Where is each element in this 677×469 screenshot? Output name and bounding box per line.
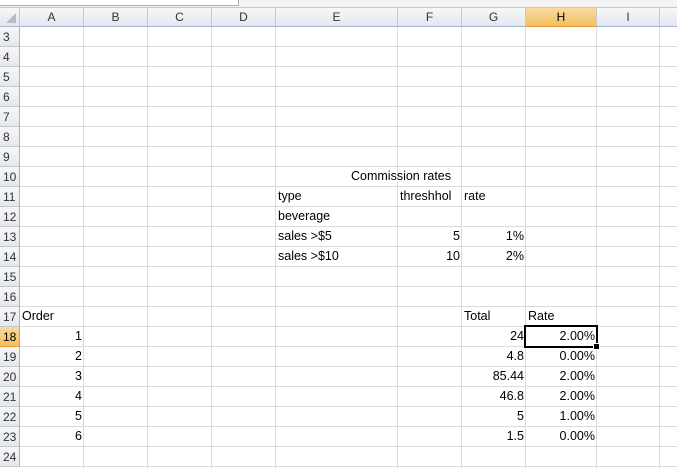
row-header-23[interactable]: 23	[0, 427, 20, 447]
column-header-A[interactable]: A	[20, 8, 84, 27]
cell-a20[interactable]: 3	[20, 367, 84, 386]
gridline-vertical	[659, 27, 660, 469]
select-all-button[interactable]	[0, 8, 20, 27]
row-header-21[interactable]: 21	[0, 387, 20, 407]
gridline-horizontal	[20, 106, 677, 107]
gridline-vertical	[211, 27, 212, 469]
cell-e10[interactable]: Commission rates	[276, 167, 526, 186]
row-header-3[interactable]: 3	[0, 27, 20, 47]
column-header-I[interactable]: I	[597, 8, 660, 27]
row-header-15[interactable]: 15	[0, 267, 20, 287]
cell-g14[interactable]: 2%	[462, 247, 526, 266]
row-header-19[interactable]: 19	[0, 347, 20, 367]
row-header-18[interactable]: 18	[0, 327, 20, 347]
row-header-24[interactable]: 24	[0, 447, 20, 467]
gridline-horizontal	[20, 466, 677, 467]
formula-bar-strip	[0, 0, 677, 8]
cell-h19[interactable]: 0.00%	[526, 347, 597, 366]
cell-e12[interactable]: beverage	[276, 207, 520, 226]
column-header-B[interactable]: B	[84, 8, 148, 27]
row-header-10[interactable]: 10	[0, 167, 20, 187]
column-header-next[interactable]	[660, 8, 677, 27]
cell-g18[interactable]: 24	[462, 327, 526, 346]
row-header-4[interactable]: 4	[0, 47, 20, 67]
gridline-horizontal	[20, 46, 677, 47]
cell-h23[interactable]: 0.00%	[526, 427, 597, 446]
active-cell-border[interactable]	[524, 325, 600, 350]
row-header-17[interactable]: 17	[0, 307, 20, 327]
cell-g22[interactable]: 5	[462, 407, 526, 426]
row-header-6[interactable]: 6	[0, 87, 20, 107]
fill-handle[interactable]	[593, 343, 600, 350]
column-header-F[interactable]: F	[398, 8, 462, 27]
cell-a19[interactable]: 2	[20, 347, 84, 366]
cell-f13[interactable]: 5	[398, 227, 462, 246]
cell-g21[interactable]: 46.8	[462, 387, 526, 406]
cell-g19[interactable]: 4.8	[462, 347, 526, 366]
cell-g23[interactable]: 1.5	[462, 427, 526, 446]
gridline-horizontal	[20, 126, 677, 127]
cell-f14[interactable]: 10	[398, 247, 462, 266]
row-header-11[interactable]: 11	[0, 187, 20, 207]
cell-g13[interactable]: 1%	[462, 227, 526, 246]
cell-a22[interactable]: 5	[20, 407, 84, 426]
cell-h22[interactable]: 1.00%	[526, 407, 597, 426]
cell-h20[interactable]: 2.00%	[526, 367, 597, 386]
cell-a23[interactable]: 6	[20, 427, 84, 446]
row-header-16[interactable]: 16	[0, 287, 20, 307]
column-header-E[interactable]: E	[276, 8, 398, 27]
row-header-7[interactable]: 7	[0, 107, 20, 127]
gridline-horizontal	[20, 66, 677, 67]
row-header-22[interactable]: 22	[0, 407, 20, 427]
gridline-vertical	[147, 27, 148, 469]
spreadsheet-grid[interactable]: A B C D E F G H I 3 4 5 6 7 8 9 10 11 12 13 14 15 16 17 18 19 20 21…	[0, 8, 677, 469]
cell-g20[interactable]: 85.44	[462, 367, 526, 386]
column-header-C[interactable]: C	[148, 8, 212, 27]
cell-g11[interactable]: rate	[462, 187, 590, 206]
row-header-5[interactable]: 5	[0, 67, 20, 87]
row-header-14[interactable]: 14	[0, 247, 20, 267]
gridline-horizontal	[20, 146, 677, 147]
row-header-13[interactable]: 13	[0, 227, 20, 247]
name-box[interactable]	[0, 0, 239, 6]
cell-a18[interactable]: 1	[20, 327, 84, 346]
row-header-20[interactable]: 20	[0, 367, 20, 387]
row-header-12[interactable]: 12	[0, 207, 20, 227]
gridline-horizontal	[20, 446, 677, 447]
cell-h17[interactable]: Rate	[526, 307, 668, 326]
column-header-H[interactable]: H	[526, 8, 597, 27]
cell-a21[interactable]: 4	[20, 387, 84, 406]
gridline-horizontal	[20, 266, 677, 267]
gridline-horizontal	[20, 86, 677, 87]
row-header-9[interactable]: 9	[0, 147, 20, 167]
column-header-G[interactable]: G	[462, 8, 526, 27]
cell-a17[interactable]: Order	[20, 307, 148, 326]
column-header-D[interactable]: D	[212, 8, 276, 27]
cell-h21[interactable]: 2.00%	[526, 387, 597, 406]
row-header-8[interactable]: 8	[0, 127, 20, 147]
gridline-horizontal	[20, 286, 677, 287]
